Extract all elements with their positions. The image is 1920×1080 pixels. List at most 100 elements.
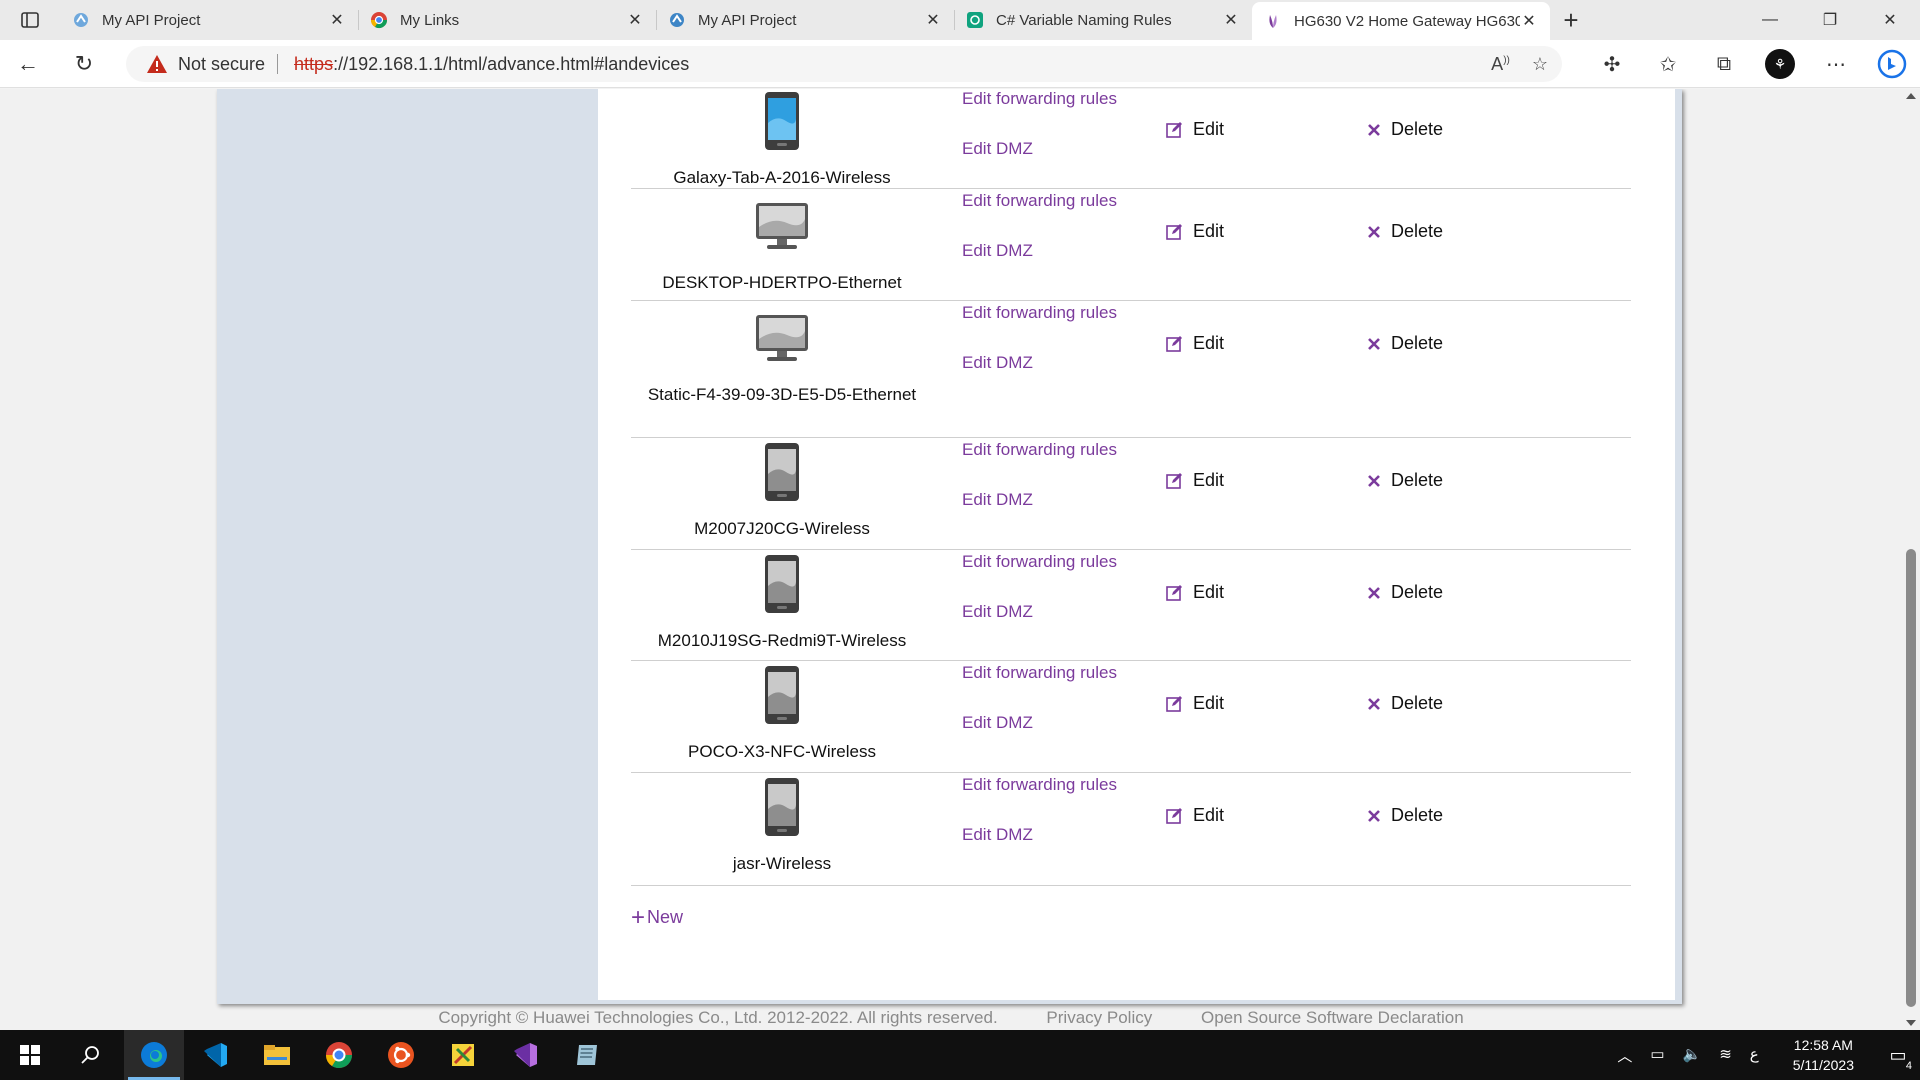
tab-actions-button[interactable] [0,0,60,40]
tab-close-icon[interactable]: ✕ [1520,11,1538,31]
vscode-taskbar-icon[interactable] [185,1030,245,1080]
bing-chat-icon[interactable] [1864,49,1920,79]
delete-x-icon [1368,225,1380,238]
chrome-taskbar-icon[interactable] [309,1030,369,1080]
add-favorite-icon[interactable]: ☆ [1532,54,1548,75]
page-scrollbar[interactable] [1902,89,1920,1030]
edit-forwarding-rules-link[interactable]: Edit forwarding rules [962,775,1117,795]
system-tray: ︿ ▭ 🔈 ≋ ع 12:58 AM 5/11/2023 ▭ 4 [1617,1030,1920,1080]
wifi-icon[interactable]: ≋ [1719,1045,1732,1066]
mobile-device-icon [762,91,802,156]
delete-button[interactable]: Delete [1367,582,1443,603]
edit-forwarding-rules-link[interactable]: Edit forwarding rules [962,89,1117,109]
volume-icon[interactable]: 🔈 [1683,1045,1702,1066]
notes-taskbar-icon[interactable] [557,1030,617,1080]
tab-my-api-project-1[interactable]: My API Project ✕ [60,0,358,40]
edit-forwarding-rules-link[interactable]: Edit forwarding rules [962,552,1117,572]
tab-title: My API Project [102,11,201,29]
notification-center-icon[interactable]: ▭ 4 [1876,1045,1920,1072]
copyright-text: Copyright © Huawei Technologies Co., Ltd… [438,1008,998,1027]
device-row: M2010J19SG-Redmi9T-Wireless Edit forwardi… [631,550,1631,661]
edit-button[interactable]: Edit [1166,805,1224,826]
tool-taskbar-icon[interactable] [433,1030,493,1080]
edge-taskbar-icon[interactable] [124,1030,184,1080]
open-source-link[interactable]: Open Source Software Declaration [1201,1008,1464,1027]
tab-close-icon[interactable]: ✕ [328,10,346,30]
delete-button[interactable]: Delete [1367,221,1443,242]
computer-icon [753,197,811,260]
edit-icon [1166,696,1182,712]
close-window-icon[interactable]: ✕ [1860,0,1920,40]
tab-close-icon[interactable]: ✕ [924,10,942,30]
refresh-icon[interactable]: ↻ [56,40,112,88]
collections-icon[interactable]: ⧉ [1696,53,1752,76]
clock[interactable]: 12:58 AM 5/11/2023 [1793,1035,1854,1075]
edit-button[interactable]: Edit [1166,470,1224,491]
edit-button[interactable]: Edit [1166,333,1224,354]
battery-icon[interactable]: ▭ [1650,1045,1664,1066]
restore-icon[interactable]: ❐ [1800,0,1860,40]
tab-csharp-naming[interactable]: C# Variable Naming Rules ✕ [954,0,1252,40]
edit-forwarding-rules-link[interactable]: Edit forwarding rules [962,663,1117,683]
tab-close-icon[interactable]: ✕ [626,10,644,30]
edit-dmz-link[interactable]: Edit DMZ [962,241,1033,261]
delete-button[interactable]: Delete [1367,119,1443,140]
file-explorer-icon[interactable] [247,1030,307,1080]
address-bar[interactable]: Not secure https ://192.168.1.1/html/adv… [126,46,1562,82]
scroll-down-icon[interactable] [1906,1020,1916,1026]
edit-dmz-link[interactable]: Edit DMZ [962,713,1033,733]
minimize-icon[interactable]: — [1740,0,1800,40]
delete-button[interactable]: Delete [1367,470,1443,491]
mobile-device-icon [762,442,802,507]
search-icon[interactable] [60,1030,120,1080]
delete-x-icon [1368,586,1380,599]
tab-my-links[interactable]: My Links ✕ [358,0,656,40]
scroll-thumb[interactable] [1906,549,1916,1007]
edit-icon [1166,224,1182,240]
edit-forwarding-rules-link[interactable]: Edit forwarding rules [962,440,1117,460]
delete-button[interactable]: Delete [1367,805,1443,826]
toolbar-right: ✣ ✩ ⧉ ⚘ ⋯ [1584,40,1920,88]
back-icon[interactable]: ← [0,40,56,88]
edit-button[interactable]: Edit [1166,693,1224,714]
more-menu-icon[interactable]: ⋯ [1808,52,1864,77]
edit-dmz-link[interactable]: Edit DMZ [962,602,1033,622]
edit-forwarding-rules-link[interactable]: Edit forwarding rules [962,303,1117,323]
extensions-icon[interactable]: ✣ [1584,52,1640,77]
browser-toolbar: ← ↻ Not secure https ://192.168.1.1/html… [0,40,1920,88]
ubuntu-taskbar-icon[interactable] [371,1030,431,1080]
edit-forwarding-rules-link[interactable]: Edit forwarding rules [962,191,1117,211]
tray-icons: ︿ ▭ 🔈 ≋ ع [1617,1045,1758,1066]
swagger-favicon-icon [668,11,686,29]
chevron-up-icon[interactable]: ︿ [1617,1045,1632,1066]
edit-button[interactable]: Edit [1166,221,1224,242]
privacy-policy-link[interactable]: Privacy Policy [1046,1008,1152,1027]
language-indicator[interactable]: ع [1750,1045,1759,1066]
edit-button[interactable]: Edit [1166,582,1224,603]
scroll-up-icon[interactable] [1906,93,1916,99]
edit-dmz-link[interactable]: Edit DMZ [962,490,1033,510]
tab-title: My API Project [698,11,797,29]
tab-my-api-project-2[interactable]: My API Project ✕ [656,0,954,40]
device-cell: M2007J20CG-Wireless [631,442,933,541]
visual-studio-taskbar-icon[interactable] [495,1030,555,1080]
new-tab-button[interactable]: + [1550,0,1592,40]
edit-dmz-link[interactable]: Edit DMZ [962,825,1033,845]
edit-dmz-link[interactable]: Edit DMZ [962,353,1033,373]
edit-dmz-link[interactable]: Edit DMZ [962,139,1033,159]
edit-button[interactable]: Edit [1166,119,1224,140]
tab-close-icon[interactable]: ✕ [1222,10,1240,30]
favorites-icon[interactable]: ✩ [1640,52,1696,77]
read-aloud-icon[interactable]: A)) [1491,54,1510,75]
start-windows-icon[interactable] [0,1030,60,1080]
delete-button[interactable]: Delete [1367,333,1443,354]
delete-x-icon [1368,697,1380,710]
mobile-device-icon [762,554,802,619]
edit-icon [1166,473,1182,489]
profile-avatar-icon[interactable]: ⚘ [1765,49,1795,79]
new-device-button[interactable]: + New [631,905,683,929]
delete-button[interactable]: Delete [1367,693,1443,714]
tab-hg630[interactable]: HG630 V2 Home Gateway HG630 ✕ [1252,2,1550,40]
not-secure-label[interactable]: Not secure [178,54,265,75]
page-footer: Copyright © Huawei Technologies Co., Ltd… [0,1008,1902,1028]
